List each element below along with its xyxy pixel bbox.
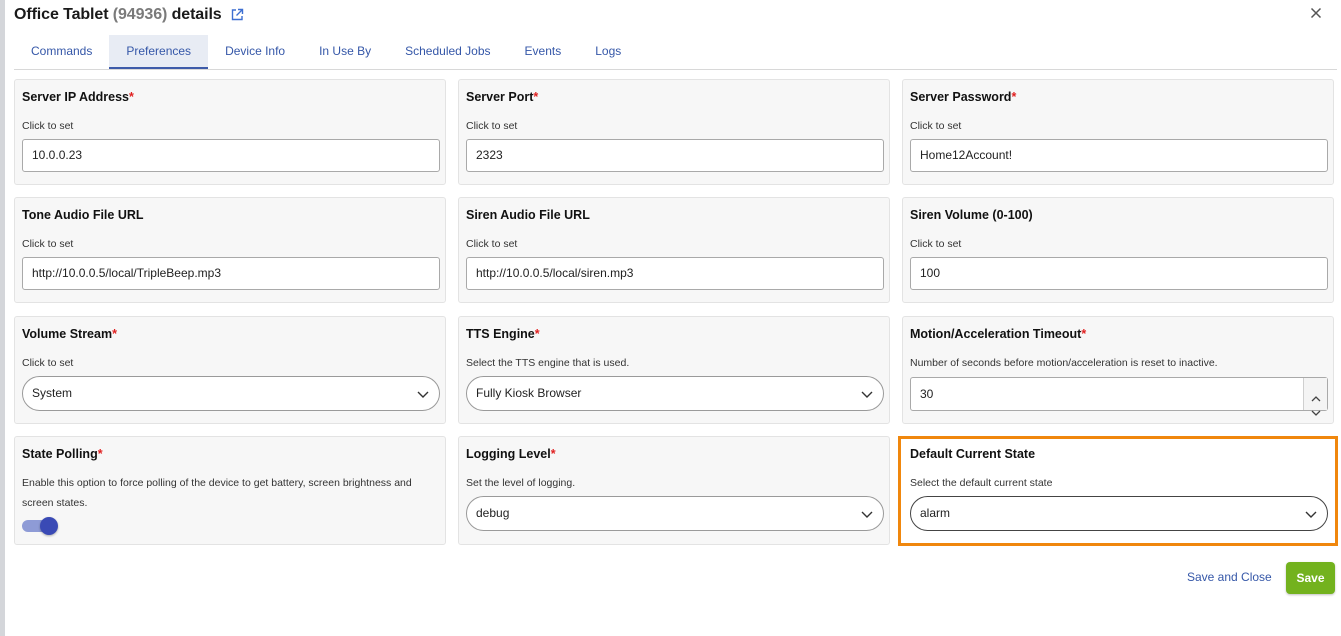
siren-volume-input[interactable]: 100 [910,257,1328,290]
select-value: System [32,386,73,400]
tab-scheduled-jobs[interactable]: Scheduled Jobs [388,35,507,69]
pref-default-state: Default Current State Select the default… [902,436,1334,545]
pref-description: Enable this option to force polling of t… [22,477,412,509]
tab-commands[interactable]: Commands [14,35,109,69]
pref-logging-level: Logging Level* Set the level of logging.… [458,436,890,545]
motion-timeout-input[interactable]: 30 [910,377,1328,416]
tab-preferences[interactable]: Preferences [109,35,209,69]
pref-description: Click to set [22,357,74,369]
pref-motion-timeout: Motion/Acceleration Timeout* Number of s… [902,316,1334,424]
pref-description: Click to set [466,120,518,132]
pref-description: Click to set [910,238,962,250]
pref-description: Select the default current state [910,477,1053,489]
pref-description: Click to set [22,120,74,132]
toggle-knob [40,517,58,535]
select-value: Fully Kiosk Browser [476,386,582,400]
pref-label: Server Port* [466,90,539,104]
pref-description: Select the TTS engine that is used. [466,357,630,369]
pref-tone-url: Tone Audio File URL Click to set http://… [14,197,446,303]
pref-label: State Polling* [22,447,103,461]
device-name: Office Tablet [14,6,109,23]
siren-url-input[interactable]: http://10.0.0.5/local/siren.mp3 [466,257,884,290]
chevron-down-icon [1305,511,1317,518]
title-suffix: details [171,6,222,23]
pref-server-port: Server Port* Click to set 2323 [458,79,890,185]
pref-description: Click to set [910,120,962,132]
default-state-select[interactable]: alarm [910,496,1328,531]
pref-label: Volume Stream* [22,327,117,341]
tone-url-input[interactable]: http://10.0.0.5/local/TripleBeep.mp3 [22,257,440,290]
pref-label: Motion/Acceleration Timeout* [910,327,1087,341]
select-value: alarm [920,506,951,520]
pref-description: Number of seconds before motion/accelera… [910,357,1218,369]
tab-bar: Commands Preferences Device Info In Use … [14,35,1337,70]
server-ip-input[interactable]: 10.0.0.23 [22,139,440,172]
pref-siren-volume: Siren Volume (0-100) Click to set 100 [902,197,1334,303]
pref-server-password: Server Password* Click to set Home12Acco… [902,79,1334,185]
logging-level-select[interactable]: debug [466,496,884,531]
pref-label: Server IP Address* [22,90,134,104]
select-value: debug [476,506,510,520]
pref-label: Logging Level* [466,447,556,461]
pref-label: Tone Audio File URL [22,208,144,222]
close-icon[interactable] [1309,6,1323,20]
input-value: 30 [920,387,934,401]
pref-label: Server Password* [910,90,1017,104]
pref-label: Siren Volume (0-100) [910,208,1033,222]
save-button[interactable]: Save [1286,562,1335,594]
pref-tts-engine: TTS Engine* Select the TTS engine that i… [458,316,890,424]
spin-down-icon[interactable] [1311,397,1321,416]
pref-server-ip: Server IP Address* Click to set 10.0.0.2… [14,79,446,185]
state-polling-toggle[interactable] [22,517,58,535]
pref-state-polling: State Polling* Enable this option to for… [14,436,446,545]
number-spinner [1303,378,1327,416]
chevron-down-icon [417,391,429,398]
dialog-header: Office Tablet (94936) details [14,5,244,25]
tab-device-info[interactable]: Device Info [208,35,302,69]
pref-volume-stream: Volume Stream* Click to set System [14,316,446,424]
save-and-close-button[interactable]: Save and Close [1187,570,1272,584]
device-id: (94936) [112,6,168,23]
volume-stream-select[interactable]: System [22,376,440,411]
server-port-input[interactable]: 2323 [466,139,884,172]
device-details-dialog: Office Tablet (94936) details Commands P… [5,0,1341,636]
dialog-title: Office Tablet (94936) details [14,6,222,24]
server-password-input[interactable]: Home12Account! [910,139,1328,172]
pref-description: Click to set [22,238,74,250]
pref-label: Default Current State [910,447,1036,461]
tab-in-use-by[interactable]: In Use By [302,35,388,69]
external-link-icon[interactable] [230,8,244,22]
pref-siren-url: Siren Audio File URL Click to set http:/… [458,197,890,303]
chevron-down-icon [861,511,873,518]
pref-label: Siren Audio File URL [466,208,590,222]
spin-up-icon[interactable] [1311,383,1321,402]
tts-engine-select[interactable]: Fully Kiosk Browser [466,376,884,411]
tab-logs[interactable]: Logs [578,35,638,69]
pref-label: TTS Engine* [466,327,540,341]
pref-description: Click to set [466,238,518,250]
chevron-down-icon [861,391,873,398]
pref-description: Set the level of logging. [466,477,576,489]
tab-events[interactable]: Events [508,35,579,69]
